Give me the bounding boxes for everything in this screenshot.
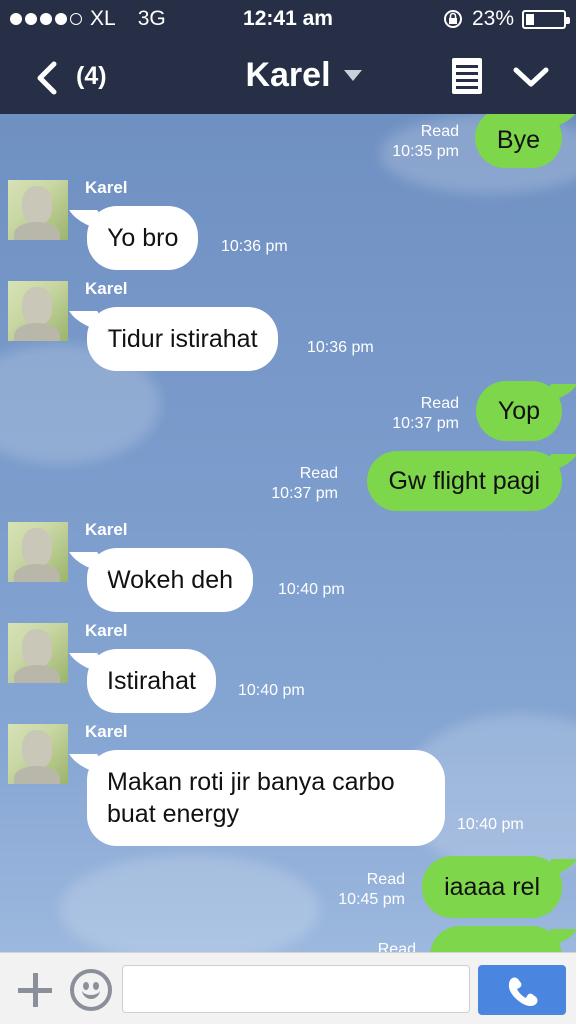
contact-name-title[interactable]: Karel	[0, 56, 576, 95]
outgoing-message-bubble[interactable]: Bye	[474, 114, 562, 168]
read-receipt: Read 10:45 pm	[338, 870, 405, 910]
emoji-icon[interactable]	[70, 969, 112, 1011]
battery-percent: 23%	[471, 7, 514, 30]
message-time: 10:40 pm	[238, 682, 305, 699]
read-label: Read	[420, 123, 459, 140]
message-time: 10:45 pm	[338, 891, 405, 908]
message-time: 10:40 pm	[278, 581, 345, 598]
phone-icon	[508, 977, 538, 1007]
message-text: Gw flight pagi	[388, 467, 540, 495]
read-receipt: Read 10:37 pm	[392, 394, 459, 434]
message-time: 10:35 pm	[392, 143, 459, 160]
incoming-message-bubble[interactable]: Makan roti jir banya carbo buat energy	[87, 750, 445, 846]
message-text: Tidur istirahat	[107, 325, 258, 353]
avatar[interactable]	[8, 724, 68, 784]
read-label: Read	[299, 465, 338, 482]
message-text: Bye	[496, 126, 540, 154]
message-time: 10:40 pm	[457, 816, 524, 833]
sender-name: Karel	[85, 178, 128, 197]
avatar[interactable]	[8, 623, 68, 683]
outgoing-message-bubble[interactable]: iaaaa rel	[422, 856, 562, 918]
dropdown-caret-icon[interactable]	[344, 70, 362, 81]
message-input-bar	[0, 952, 576, 1024]
chat-area[interactable]: Read 10:35 pm Bye Karel Yo bro 10:36 pm …	[0, 114, 576, 952]
call-button[interactable]	[478, 965, 566, 1015]
sender-name: Karel	[85, 520, 128, 539]
notes-icon[interactable]	[452, 58, 482, 94]
message-text: Yop	[497, 397, 540, 425]
incoming-message-bubble[interactable]: Yo bro	[87, 206, 199, 270]
status-right: 23%	[442, 7, 570, 31]
outgoing-message-bubble[interactable]	[430, 926, 562, 952]
incoming-message-bubble[interactable]: Istirahat	[87, 649, 216, 713]
avatar[interactable]	[8, 522, 68, 582]
message-time: 10:37 pm	[392, 415, 459, 432]
avatar[interactable]	[8, 180, 68, 240]
message-text: iaaaa rel	[444, 873, 540, 901]
incoming-message-bubble[interactable]: Wokeh deh	[87, 548, 254, 612]
message-text: Istirahat	[107, 667, 196, 695]
read-receipt: Read 10:35 pm	[392, 122, 459, 162]
avatar[interactable]	[8, 281, 68, 341]
read-label: Read	[420, 395, 459, 412]
battery-icon	[522, 9, 570, 29]
outgoing-message-bubble[interactable]: Yop	[475, 381, 562, 441]
sender-name: Karel	[85, 279, 128, 298]
sender-name: Karel	[85, 621, 128, 640]
plus-icon[interactable]	[18, 973, 52, 1007]
message-time: 10:36 pm	[221, 238, 288, 255]
top-bar: XL 3G 12:41 am 23% (4) Karel	[0, 0, 576, 114]
message-text: buat energy	[107, 800, 240, 828]
rotation-lock-icon	[443, 10, 462, 28]
read-receipt: Read	[378, 940, 416, 952]
incoming-message-bubble[interactable]: Tidur istirahat	[87, 307, 278, 371]
outgoing-message-bubble[interactable]: Gw flight pagi	[366, 451, 562, 511]
status-bar: XL 3G 12:41 am 23%	[0, 0, 576, 38]
sender-name: Karel	[85, 722, 128, 741]
collapse-chevron-icon[interactable]	[512, 62, 550, 92]
message-text: Makan roti jir banya carbo	[107, 768, 395, 796]
read-receipt: Read 10:37 pm	[271, 464, 338, 504]
message-text: Yo bro	[107, 224, 179, 252]
message-time: 10:36 pm	[307, 339, 374, 356]
chat-header: (4) Karel	[0, 40, 576, 112]
read-label: Read	[377, 941, 416, 952]
message-input[interactable]	[122, 965, 470, 1013]
message-text: Wokeh deh	[107, 566, 234, 594]
message-time: 10:37 pm	[271, 485, 338, 502]
read-label: Read	[366, 871, 405, 888]
